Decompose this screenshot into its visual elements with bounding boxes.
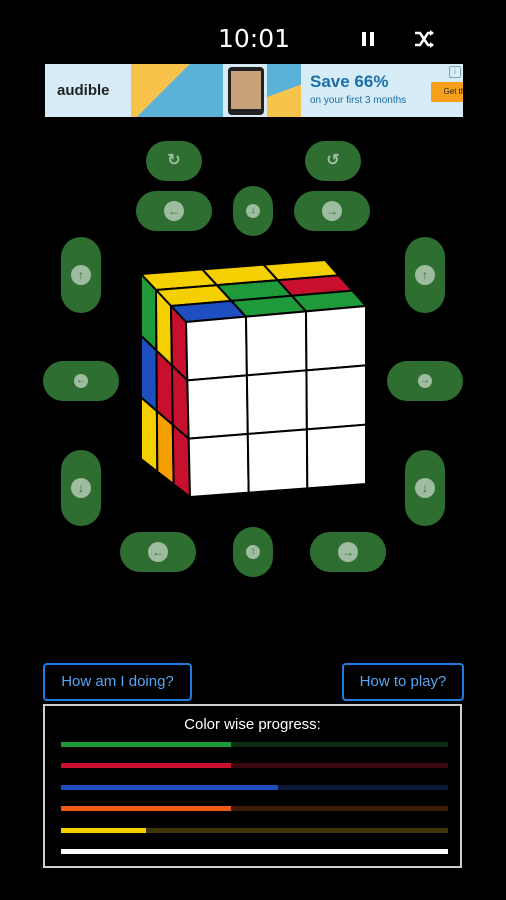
progress-bar-fill — [61, 742, 232, 747]
progress-bar-fill — [61, 806, 232, 811]
progress-bar-track — [61, 742, 448, 747]
front-face-sticker[interactable] — [245, 369, 308, 436]
front-face-sticker[interactable] — [304, 304, 367, 372]
front-face-sticker[interactable] — [186, 374, 249, 440]
front-face-sticker[interactable] — [305, 364, 367, 431]
front-face-sticker[interactable] — [187, 432, 250, 499]
progress-bar-track — [61, 806, 448, 811]
progress-bar-fill — [61, 849, 448, 854]
left-face-sticker[interactable] — [140, 395, 159, 474]
front-face-sticker[interactable] — [184, 315, 248, 382]
progress-title: Color wise progress: — [184, 716, 321, 733]
front-face-sticker[interactable] — [244, 310, 308, 377]
progress-bar-track — [61, 763, 448, 768]
front-face-sticker[interactable] — [305, 423, 367, 490]
how-to-play-button[interactable]: How to play? — [342, 663, 464, 701]
progress-panel: Color wise progress: — [43, 704, 462, 868]
how-am-i-doing-button[interactable]: How am I doing? — [43, 663, 192, 701]
progress-bar-fill — [61, 763, 232, 768]
front-face-sticker[interactable] — [246, 428, 309, 494]
progress-bar-track — [61, 849, 448, 854]
progress-bar-fill — [61, 828, 147, 833]
progress-bar-track — [61, 828, 448, 833]
progress-bar-fill — [61, 785, 278, 790]
progress-bar-track — [61, 785, 448, 790]
